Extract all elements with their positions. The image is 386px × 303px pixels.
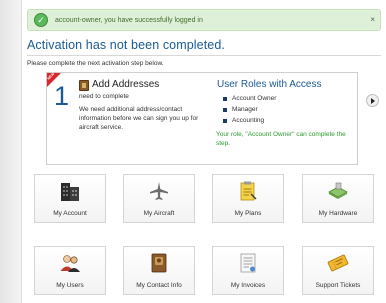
title-divider [27, 55, 381, 56]
plans-icon [237, 180, 259, 202]
tile-my-invoices[interactable]: My Invoices [212, 246, 284, 295]
tile-label: My Aircraft [143, 210, 175, 217]
hardware-icon [327, 180, 349, 202]
tile-support-tickets[interactable]: Support Tickets [302, 246, 374, 295]
tile-my-hardware[interactable]: My Hardware [302, 174, 374, 223]
bullet-icon [223, 96, 227, 101]
page-title: Activation has not been completed. [27, 38, 225, 52]
role-item: Manager [223, 104, 276, 115]
role-item: Account Owner [223, 93, 276, 104]
step-description: We need additional address/contact infor… [79, 106, 199, 131]
tile-label: My Account [53, 210, 87, 217]
next-step-button[interactable] [366, 94, 379, 107]
alert-close-button[interactable]: × [370, 15, 375, 24]
invoice-icon [237, 252, 259, 274]
success-alert: ✓ account-owner, you have successfully l… [27, 9, 381, 31]
tile-my-aircraft[interactable]: My Aircraft [123, 174, 195, 223]
address-book-icon [79, 80, 89, 91]
users-icon [59, 252, 81, 274]
role-note: Your role, "Account Owner" can complete … [216, 131, 346, 147]
check-icon: ✓ [34, 13, 48, 27]
step-number: 1 [54, 81, 70, 111]
bullet-icon [223, 107, 227, 112]
roles-title: User Roles with Access [217, 79, 322, 90]
tile-label: My Hardware [318, 210, 358, 217]
tile-my-users[interactable]: My Users [34, 246, 106, 295]
instruction-text: Please complete the next activation step… [27, 60, 164, 67]
contact-book-icon [148, 252, 170, 274]
tile-label: Support Tickets [315, 282, 361, 289]
roles-list: Account Owner Manager Accounting [223, 93, 276, 126]
bullet-icon [223, 118, 227, 123]
step-title[interactable]: Add Addresses [92, 79, 159, 90]
tile-label: My Invoices [230, 282, 266, 289]
airplane-icon [148, 180, 170, 202]
tile-label: My Contact Info [136, 282, 182, 289]
tile-my-contact-info[interactable]: My Contact Info [123, 246, 195, 295]
alert-message: account-owner, you have successfully log… [55, 16, 203, 24]
step-status: need to complete [79, 93, 129, 100]
tile-my-plans[interactable]: My Plans [212, 174, 284, 223]
activation-step-panel: NEW 1 Add Addresses need to complete We … [46, 72, 358, 165]
ticket-icon [327, 252, 349, 274]
building-icon [59, 180, 81, 202]
tile-my-account[interactable]: My Account [34, 174, 106, 223]
left-sidebar-strip [0, 0, 22, 303]
tile-label: My Plans [234, 210, 262, 217]
role-item: Accounting [223, 115, 276, 126]
tile-label: My Users [56, 282, 84, 289]
